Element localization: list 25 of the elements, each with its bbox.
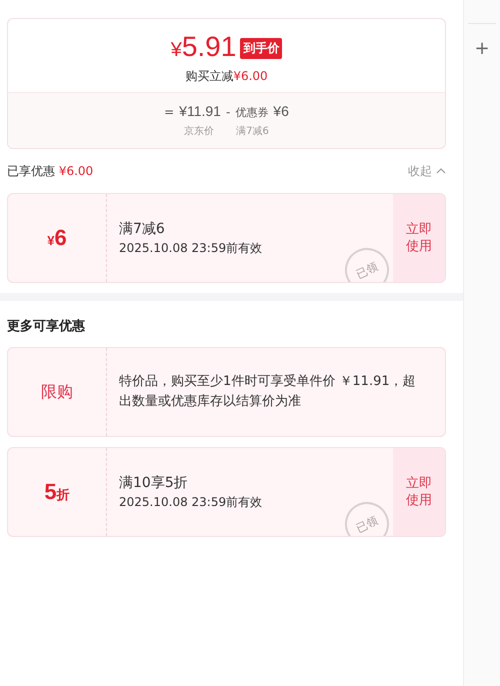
coupon-value: ¥6 [47, 225, 67, 251]
use-now-button[interactable]: 立即使用 [393, 448, 445, 536]
base-price-caption: 京东价 [184, 124, 214, 138]
final-price: ¥5.91 [170, 31, 236, 64]
enjoyed-discount-text: 已享优惠 ¥6.00 [7, 162, 94, 180]
add-button[interactable]: + [472, 38, 492, 59]
coupon-title: 满7减6 [119, 220, 166, 238]
coupon-title: 满10享5折 [119, 474, 189, 492]
coupon-validity: 2025.10.08 23:59前有效 [119, 494, 264, 510]
base-price: ¥11.91 [179, 103, 221, 119]
collapse-button[interactable]: 收起 [408, 162, 446, 180]
coupon-caption: 满7减6 [236, 124, 269, 138]
coupon-label: 优惠券 [235, 105, 268, 120]
use-now-button[interactable]: 立即使用 [393, 194, 445, 282]
coupon-validity: 2025.10.08 23:59前有效 [119, 240, 264, 256]
section-title: 更多可享优惠 [6, 318, 86, 335]
price-tag: 到手价 [240, 38, 282, 59]
coupon-description: 特价品，购买至少1件时可享受单件价 ￥11.91，超出数量或优惠库存以结算价为准 [119, 373, 417, 411]
chevron-icon [436, 168, 446, 174]
coupon-value: 5折 [44, 479, 70, 505]
coupon-amount: ¥6 [273, 103, 289, 119]
minus-sign: - [226, 105, 230, 119]
reduce-text: 购买立减¥6.00 [184, 68, 269, 85]
coupon-value: 限购 [41, 382, 73, 402]
equals-sign: = [164, 105, 174, 119]
